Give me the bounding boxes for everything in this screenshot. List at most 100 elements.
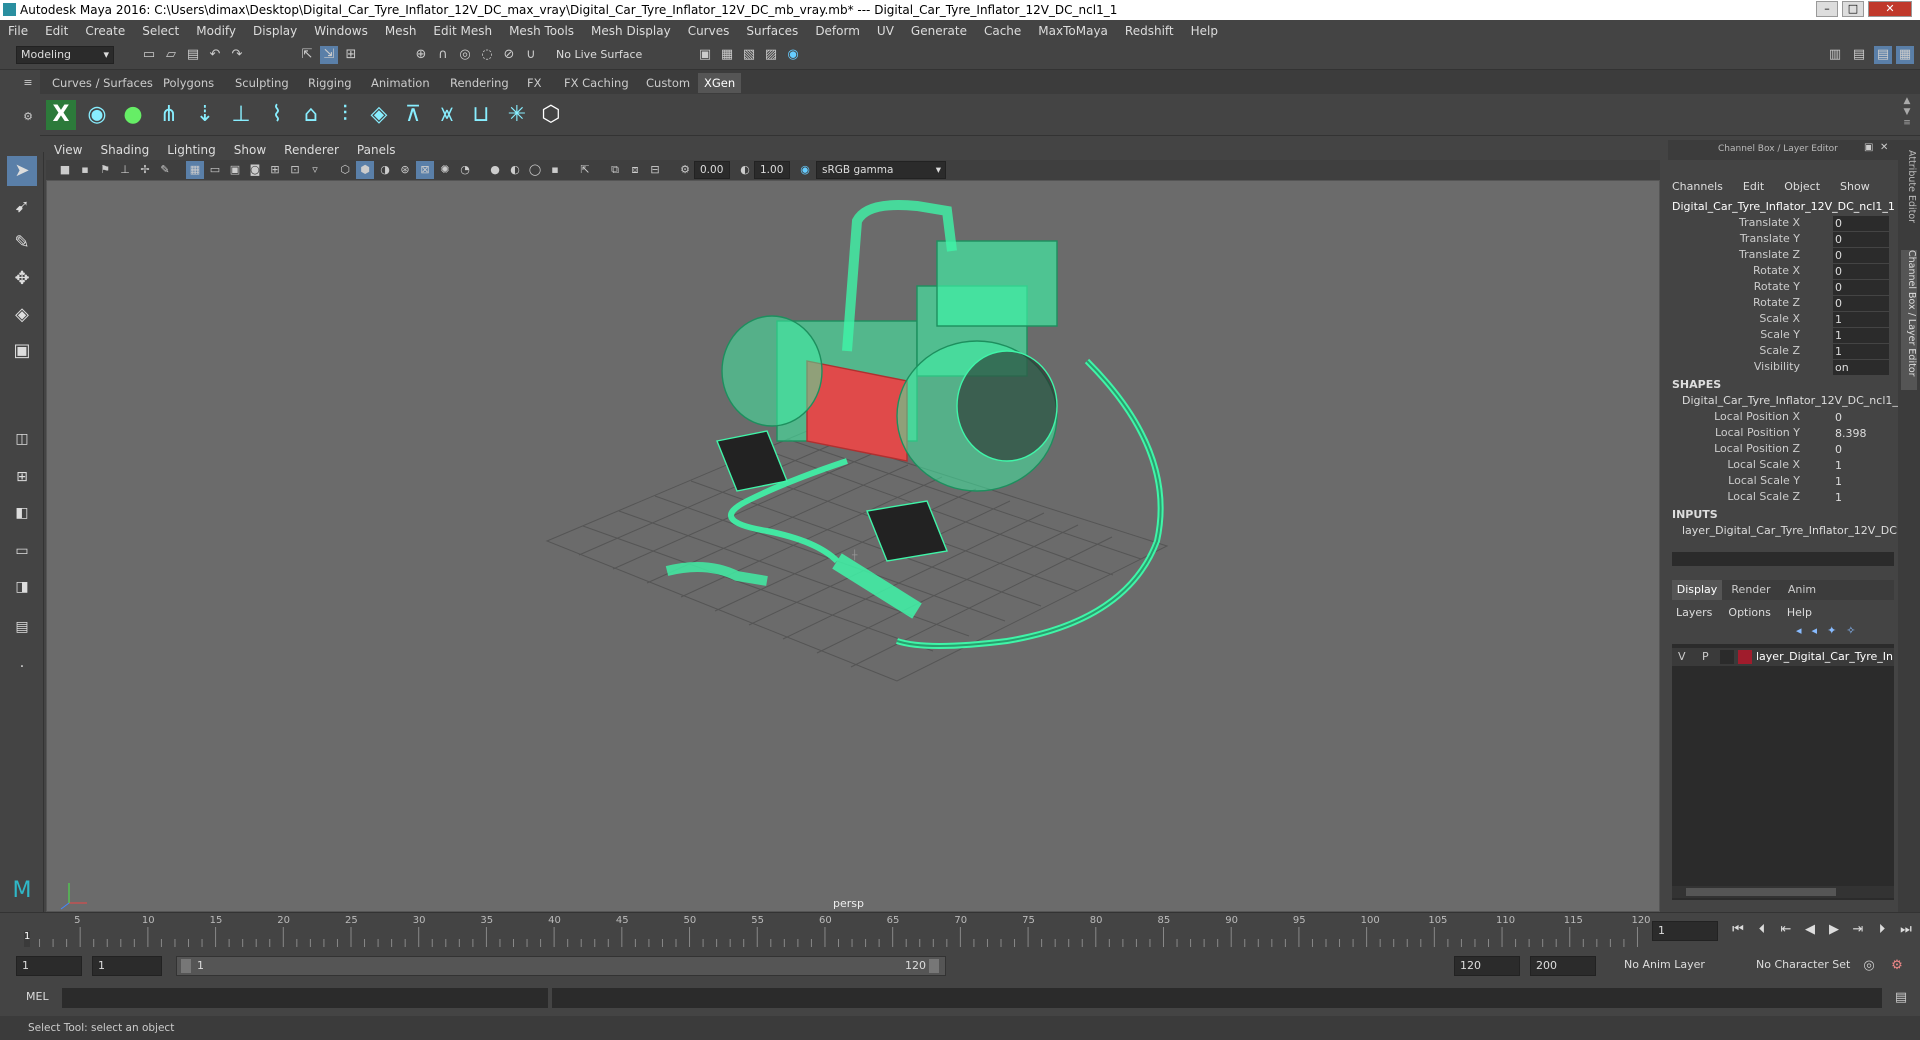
single-perspective-icon[interactable]: ◫ [7,424,37,454]
layer-options-menu[interactable]: Options [1728,606,1770,622]
open-scene-icon[interactable]: ▱ [162,46,180,64]
wireframe-on-shaded-icon[interactable]: ◑ [376,161,394,179]
channel-show-menu[interactable]: Show [1840,180,1870,196]
xgen-place-guide-icon[interactable]: ⇣ [190,100,220,130]
xgen-lock-icon[interactable]: ⌂ [296,100,326,130]
snap-point-icon[interactable]: ◎ [456,46,474,64]
xgen-comb-icon[interactable]: ⫶ [330,100,360,130]
redo-icon[interactable]: ↷ [228,46,246,64]
shelf-tab-custom[interactable]: Custom [640,73,696,93]
viewport-menu-view[interactable]: View [54,143,82,157]
channel-rotate-y[interactable]: Rotate Y0 [1668,280,1890,296]
close-panel-icon[interactable]: ✕ [1880,142,1888,153]
xgen-description-icon[interactable]: ● [118,100,148,130]
render-settings-icon[interactable]: ▨ [762,46,780,64]
character-set-dropdown[interactable]: No Character Set [1752,957,1874,975]
layout-icon[interactable]: ▥ [1826,46,1844,64]
shelf-tab-rigging[interactable]: Rigging [302,73,358,93]
menu-mesh-tools[interactable]: Mesh Tools [509,24,574,38]
layer-scroll-thumb[interactable] [1686,888,1836,896]
viewport-menu-lighting[interactable]: Lighting [167,143,216,157]
color-space-dropdown[interactable]: sRGB gamma ▾ [816,161,946,179]
select-tool-icon[interactable]: ➤ [7,156,37,186]
layer-row[interactable]: V P layer_Digital_Car_Tyre_In [1672,648,1894,666]
menu-redshift[interactable]: Redshift [1125,24,1174,38]
shelf-tab-sculpting[interactable]: Sculpting [229,73,295,93]
shelf-settings-icon[interactable]: ⚙ [20,110,36,126]
xray-joints-icon[interactable]: ⧉ [606,161,624,179]
go-to-start-icon[interactable]: ⏮ [1728,921,1748,939]
channel-visibility[interactable]: Visibility on [1668,360,1890,376]
snap-live-icon[interactable]: ⊘ [500,46,518,64]
mode-dropdown[interactable]: Modeling ▾ [16,46,114,64]
smooth-shade-icon[interactable]: ⬢ [356,161,374,179]
gamma-icon[interactable]: ◐ [736,161,754,179]
shadows-icon[interactable]: ◔ [456,161,474,179]
scale-tool-icon[interactable]: ▣ [7,336,37,366]
xgen-scale-icon[interactable]: ⊼ [398,100,428,130]
layer-playback-toggle[interactable]: P [1702,650,1709,663]
isolate-select-icon[interactable]: ⇱ [576,161,594,179]
depth-of-field-icon[interactable]: ▪ [546,161,564,179]
xgen-preview-icon[interactable]: ◉ [82,100,112,130]
attribute-editor-tab[interactable]: Attribute Editor [1901,150,1917,240]
mel-input[interactable] [62,988,548,1008]
mel-label[interactable]: MEL [26,990,49,1003]
menu-mesh[interactable]: Mesh [385,24,417,38]
layers-menu[interactable]: Layers [1676,606,1712,622]
gate-mask-icon[interactable]: ◙ [246,161,264,179]
shape-name[interactable]: Digital_Car_Tyre_Inflator_12V_DC_ncl1_..… [1682,394,1908,407]
range-bar[interactable]: 1 120 [176,956,946,976]
menu-mesh-display[interactable]: Mesh Display [591,24,671,38]
range-end-handle[interactable] [929,959,939,973]
layer-tab-anim[interactable]: Anim [1780,580,1824,600]
end-frame-field[interactable]: 200 [1530,956,1596,976]
textured-icon[interactable]: ⊛ [396,161,414,179]
shelf-tab-xgen[interactable]: XGen [698,73,742,93]
move-layer-down-icon[interactable]: ◂ [1812,624,1818,640]
menu-windows[interactable]: Windows [314,24,368,38]
channel-local-position-x[interactable]: Local Position X0 [1668,410,1890,426]
range-start-handle[interactable] [181,959,191,973]
new-scene-icon[interactable]: ▭ [140,46,158,64]
menu-help[interactable]: Help [1191,24,1218,38]
channels-menu[interactable]: Channels [1672,180,1723,196]
channel-local-scale-z[interactable]: Local Scale Z1 [1668,490,1890,506]
object-name[interactable]: Digital_Car_Tyre_Inflator_12V_DC_ncl1_1 [1672,200,1895,213]
shelf-tab-fx-caching[interactable]: FX Caching [558,73,635,93]
ambient-occlusion-icon[interactable]: ● [486,161,504,179]
exposure-field[interactable]: 0.00 [694,161,730,179]
layer-tab-render[interactable]: Render [1726,580,1776,600]
rotate-tool-icon[interactable]: ◈ [7,300,37,330]
wireframe-icon[interactable]: ⬡ [336,161,354,179]
camera-icon[interactable]: ■ [56,161,74,179]
select-component-icon[interactable]: ⊞ [342,46,360,64]
new-layer-selected-icon[interactable]: ✧ [1846,624,1855,640]
shelf-tab-curves-surfaces[interactable]: Curves / Surfaces [46,73,159,93]
close-button[interactable]: ✕ [1868,1,1912,17]
xgen-noise-icon[interactable]: ✳ [502,100,532,130]
menu-surfaces[interactable]: Surfaces [746,24,798,38]
script-editor-icon[interactable]: ▤ [1892,989,1910,1007]
shelf-tab-polygons[interactable]: Polygons [157,73,220,93]
step-forward-frame-icon[interactable]: ⇥ [1848,921,1868,939]
current-frame-field[interactable]: 1 [1652,921,1718,941]
live-surface-field[interactable]: No Live Surface [552,47,650,65]
move-layer-up-icon[interactable]: ◂ [1796,624,1802,640]
xgen-width-icon[interactable]: ⩙ [432,100,462,130]
layer-help-menu[interactable]: Help [1787,606,1812,622]
channel-box-tab[interactable]: Channel Box / Layer Editor [1901,250,1917,390]
channel-translate-z[interactable]: Translate Z0 [1668,248,1890,264]
playback-end-field[interactable]: 120 [1454,956,1520,976]
exposure-icon[interactable]: ⚙ [676,161,694,179]
persp-outliner-icon[interactable]: ◧ [7,498,37,528]
ipr-render-icon[interactable]: ▧ [740,46,758,64]
xgen-layers-icon[interactable]: ◈ [364,100,394,130]
menu-edit-mesh[interactable]: Edit Mesh [433,24,492,38]
menu-edit[interactable]: Edit [45,24,68,38]
menu-create[interactable]: Create [85,24,125,38]
safe-action-icon[interactable]: ⊡ [286,161,304,179]
layer-visibility-toggle[interactable]: V [1678,650,1686,663]
channel-rotate-x[interactable]: Rotate X0 [1668,264,1890,280]
layer-name[interactable]: layer_Digital_Car_Tyre_In [1756,650,1893,663]
